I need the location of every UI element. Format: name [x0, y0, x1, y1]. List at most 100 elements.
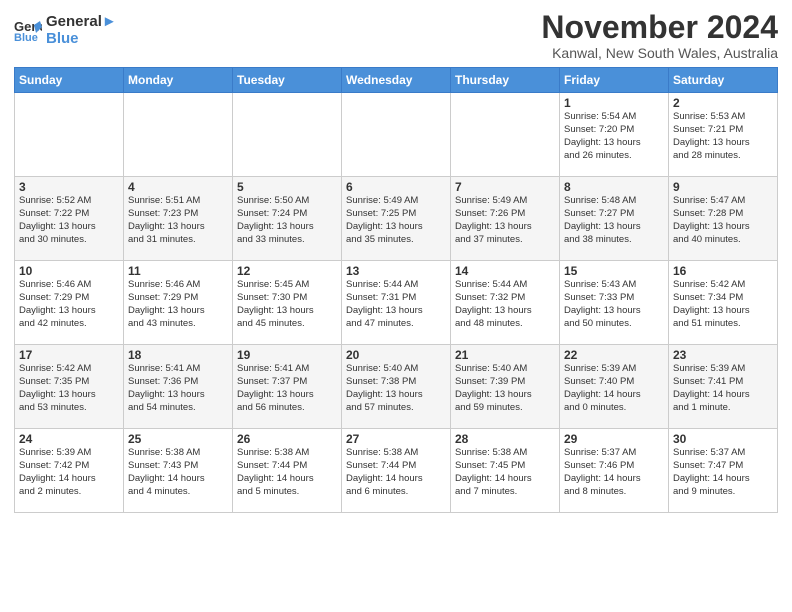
- day-info: Sunrise: 5:50 AM Sunset: 7:24 PM Dayligh…: [237, 195, 337, 246]
- calendar-cell: [233, 93, 342, 177]
- day-info: Sunrise: 5:40 AM Sunset: 7:39 PM Dayligh…: [455, 363, 555, 414]
- day-number: 28: [455, 432, 555, 446]
- day-info: Sunrise: 5:39 AM Sunset: 7:41 PM Dayligh…: [673, 363, 773, 414]
- day-number: 9: [673, 180, 773, 194]
- calendar-cell: 20Sunrise: 5:40 AM Sunset: 7:38 PM Dayli…: [342, 345, 451, 429]
- calendar-cell: 12Sunrise: 5:45 AM Sunset: 7:30 PM Dayli…: [233, 261, 342, 345]
- day-number: 17: [19, 348, 119, 362]
- day-info: Sunrise: 5:47 AM Sunset: 7:28 PM Dayligh…: [673, 195, 773, 246]
- calendar-cell: 26Sunrise: 5:38 AM Sunset: 7:44 PM Dayli…: [233, 429, 342, 513]
- day-info: Sunrise: 5:52 AM Sunset: 7:22 PM Dayligh…: [19, 195, 119, 246]
- calendar-cell: 13Sunrise: 5:44 AM Sunset: 7:31 PM Dayli…: [342, 261, 451, 345]
- logo-blue: Blue: [46, 31, 117, 48]
- calendar-cell: 18Sunrise: 5:41 AM Sunset: 7:36 PM Dayli…: [124, 345, 233, 429]
- week-row-3: 17Sunrise: 5:42 AM Sunset: 7:35 PM Dayli…: [15, 345, 778, 429]
- week-row-0: 1Sunrise: 5:54 AM Sunset: 7:20 PM Daylig…: [15, 93, 778, 177]
- calendar-cell: 4Sunrise: 5:51 AM Sunset: 7:23 PM Daylig…: [124, 177, 233, 261]
- day-number: 6: [346, 180, 446, 194]
- day-number: 4: [128, 180, 228, 194]
- calendar-header-row: Sunday Monday Tuesday Wednesday Thursday…: [15, 68, 778, 93]
- day-info: Sunrise: 5:41 AM Sunset: 7:36 PM Dayligh…: [128, 363, 228, 414]
- day-number: 8: [564, 180, 664, 194]
- svg-text:Blue: Blue: [14, 32, 38, 44]
- calendar-cell: 9Sunrise: 5:47 AM Sunset: 7:28 PM Daylig…: [669, 177, 778, 261]
- day-number: 20: [346, 348, 446, 362]
- calendar-cell: 1Sunrise: 5:54 AM Sunset: 7:20 PM Daylig…: [560, 93, 669, 177]
- day-info: Sunrise: 5:39 AM Sunset: 7:42 PM Dayligh…: [19, 447, 119, 498]
- day-number: 5: [237, 180, 337, 194]
- calendar-cell: 2Sunrise: 5:53 AM Sunset: 7:21 PM Daylig…: [669, 93, 778, 177]
- day-info: Sunrise: 5:37 AM Sunset: 7:46 PM Dayligh…: [564, 447, 664, 498]
- logo: General Blue General► Blue: [14, 14, 117, 47]
- calendar-cell: 8Sunrise: 5:48 AM Sunset: 7:27 PM Daylig…: [560, 177, 669, 261]
- day-number: 24: [19, 432, 119, 446]
- day-number: 19: [237, 348, 337, 362]
- day-number: 18: [128, 348, 228, 362]
- calendar-cell: [342, 93, 451, 177]
- day-number: 21: [455, 348, 555, 362]
- day-info: Sunrise: 5:43 AM Sunset: 7:33 PM Dayligh…: [564, 279, 664, 330]
- calendar-cell: 25Sunrise: 5:38 AM Sunset: 7:43 PM Dayli…: [124, 429, 233, 513]
- day-info: Sunrise: 5:46 AM Sunset: 7:29 PM Dayligh…: [128, 279, 228, 330]
- calendar-cell: 17Sunrise: 5:42 AM Sunset: 7:35 PM Dayli…: [15, 345, 124, 429]
- day-info: Sunrise: 5:49 AM Sunset: 7:25 PM Dayligh…: [346, 195, 446, 246]
- day-number: 15: [564, 264, 664, 278]
- day-number: 26: [237, 432, 337, 446]
- day-info: Sunrise: 5:51 AM Sunset: 7:23 PM Dayligh…: [128, 195, 228, 246]
- month-title: November 2024: [541, 10, 778, 45]
- day-info: Sunrise: 5:37 AM Sunset: 7:47 PM Dayligh…: [673, 447, 773, 498]
- calendar-cell: 5Sunrise: 5:50 AM Sunset: 7:24 PM Daylig…: [233, 177, 342, 261]
- calendar-cell: 15Sunrise: 5:43 AM Sunset: 7:33 PM Dayli…: [560, 261, 669, 345]
- calendar-table: Sunday Monday Tuesday Wednesday Thursday…: [14, 67, 778, 513]
- day-number: 14: [455, 264, 555, 278]
- calendar-cell: 24Sunrise: 5:39 AM Sunset: 7:42 PM Dayli…: [15, 429, 124, 513]
- day-info: Sunrise: 5:38 AM Sunset: 7:44 PM Dayligh…: [346, 447, 446, 498]
- day-number: 25: [128, 432, 228, 446]
- day-info: Sunrise: 5:53 AM Sunset: 7:21 PM Dayligh…: [673, 111, 773, 162]
- day-info: Sunrise: 5:54 AM Sunset: 7:20 PM Dayligh…: [564, 111, 664, 162]
- calendar-cell: 16Sunrise: 5:42 AM Sunset: 7:34 PM Dayli…: [669, 261, 778, 345]
- calendar-cell: 3Sunrise: 5:52 AM Sunset: 7:22 PM Daylig…: [15, 177, 124, 261]
- title-area: November 2024 Kanwal, New South Wales, A…: [541, 10, 778, 61]
- day-info: Sunrise: 5:42 AM Sunset: 7:34 PM Dayligh…: [673, 279, 773, 330]
- day-info: Sunrise: 5:45 AM Sunset: 7:30 PM Dayligh…: [237, 279, 337, 330]
- day-number: 23: [673, 348, 773, 362]
- header-friday: Friday: [560, 68, 669, 93]
- day-number: 10: [19, 264, 119, 278]
- calendar-cell: 30Sunrise: 5:37 AM Sunset: 7:47 PM Dayli…: [669, 429, 778, 513]
- day-number: 16: [673, 264, 773, 278]
- week-row-1: 3Sunrise: 5:52 AM Sunset: 7:22 PM Daylig…: [15, 177, 778, 261]
- day-info: Sunrise: 5:44 AM Sunset: 7:31 PM Dayligh…: [346, 279, 446, 330]
- week-row-4: 24Sunrise: 5:39 AM Sunset: 7:42 PM Dayli…: [15, 429, 778, 513]
- page-container: General Blue General► Blue November 2024…: [0, 0, 792, 612]
- location: Kanwal, New South Wales, Australia: [541, 45, 778, 61]
- day-number: 3: [19, 180, 119, 194]
- calendar-cell: 19Sunrise: 5:41 AM Sunset: 7:37 PM Dayli…: [233, 345, 342, 429]
- calendar-cell: 14Sunrise: 5:44 AM Sunset: 7:32 PM Dayli…: [451, 261, 560, 345]
- header-tuesday: Tuesday: [233, 68, 342, 93]
- day-info: Sunrise: 5:39 AM Sunset: 7:40 PM Dayligh…: [564, 363, 664, 414]
- day-info: Sunrise: 5:40 AM Sunset: 7:38 PM Dayligh…: [346, 363, 446, 414]
- day-number: 13: [346, 264, 446, 278]
- calendar-cell: [124, 93, 233, 177]
- day-info: Sunrise: 5:49 AM Sunset: 7:26 PM Dayligh…: [455, 195, 555, 246]
- day-info: Sunrise: 5:38 AM Sunset: 7:44 PM Dayligh…: [237, 447, 337, 498]
- day-number: 12: [237, 264, 337, 278]
- day-number: 29: [564, 432, 664, 446]
- calendar-cell: 7Sunrise: 5:49 AM Sunset: 7:26 PM Daylig…: [451, 177, 560, 261]
- day-info: Sunrise: 5:38 AM Sunset: 7:43 PM Dayligh…: [128, 447, 228, 498]
- calendar-cell: 22Sunrise: 5:39 AM Sunset: 7:40 PM Dayli…: [560, 345, 669, 429]
- day-number: 27: [346, 432, 446, 446]
- calendar-cell: 6Sunrise: 5:49 AM Sunset: 7:25 PM Daylig…: [342, 177, 451, 261]
- calendar-cell: 11Sunrise: 5:46 AM Sunset: 7:29 PM Dayli…: [124, 261, 233, 345]
- header-thursday: Thursday: [451, 68, 560, 93]
- day-info: Sunrise: 5:46 AM Sunset: 7:29 PM Dayligh…: [19, 279, 119, 330]
- header-sunday: Sunday: [15, 68, 124, 93]
- header: General Blue General► Blue November 2024…: [14, 10, 778, 61]
- header-monday: Monday: [124, 68, 233, 93]
- week-row-2: 10Sunrise: 5:46 AM Sunset: 7:29 PM Dayli…: [15, 261, 778, 345]
- day-number: 22: [564, 348, 664, 362]
- day-info: Sunrise: 5:38 AM Sunset: 7:45 PM Dayligh…: [455, 447, 555, 498]
- calendar-cell: [15, 93, 124, 177]
- day-number: 2: [673, 96, 773, 110]
